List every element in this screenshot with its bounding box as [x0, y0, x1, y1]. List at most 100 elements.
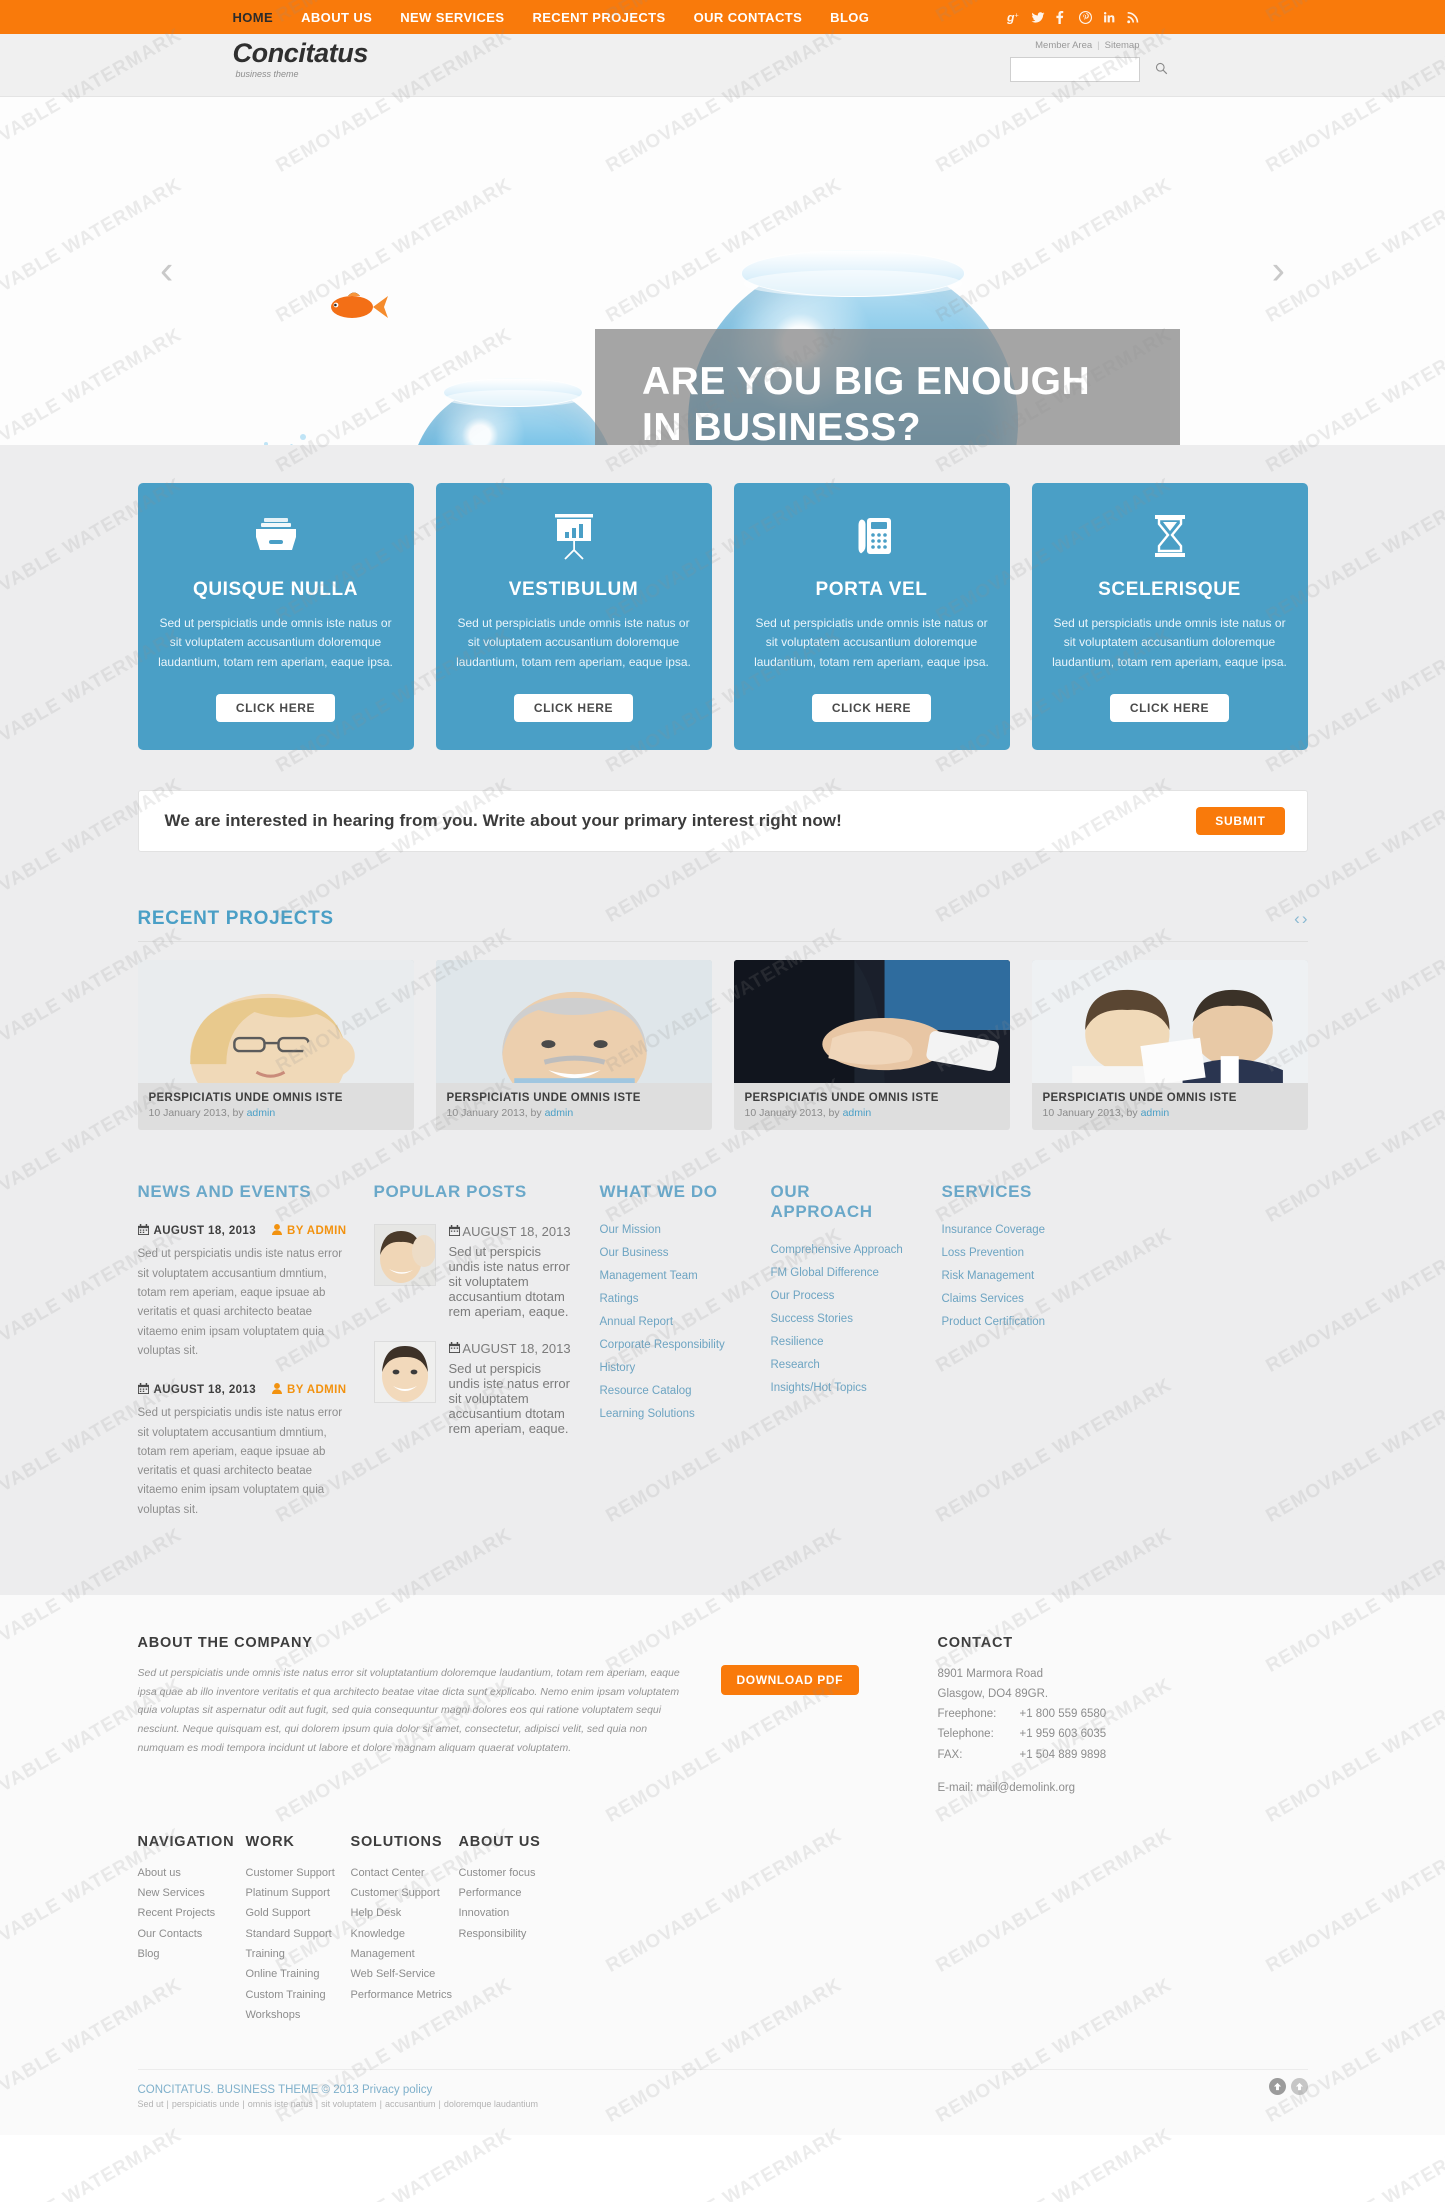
link-our-mission[interactable]: Our Mission	[600, 1224, 745, 1236]
footer-link-blog[interactable]: Blog	[138, 1944, 246, 1964]
tag-link[interactable]: perspiciatis unde	[172, 2099, 240, 2109]
download-pdf-button[interactable]: DOWNLOAD PDF	[720, 1665, 860, 1696]
footer-link-workshops[interactable]: Workshops	[246, 2005, 351, 2025]
link-loss-prevention[interactable]: Loss Prevention	[942, 1247, 1087, 1259]
back-to-top-button-primary[interactable]	[1268, 2078, 1286, 2096]
submit-button[interactable]: SUBMIT	[1196, 807, 1285, 836]
tag-link[interactable]: Sed ut	[138, 2099, 164, 2109]
linkedin-icon[interactable]	[1103, 11, 1116, 24]
footer-link-about-us[interactable]: About us	[138, 1863, 246, 1883]
project-author-link[interactable]: admin	[545, 1107, 574, 1119]
service-click-here-button[interactable]: CLICK HERE	[811, 694, 932, 723]
project-author-link[interactable]: admin	[247, 1107, 276, 1119]
footer-link-innovation[interactable]: Innovation	[459, 1903, 567, 1923]
footer-link-customer-support[interactable]: Customer Support	[246, 1863, 351, 1883]
footer-link-customer-support[interactable]: Customer Support	[351, 1883, 459, 1903]
link-resource-catalog[interactable]: Resource Catalog	[600, 1385, 745, 1397]
project-card[interactable]: PERSPICIATIS UNDE OMNIS ISTE 10 January …	[1031, 960, 1308, 1131]
link-comprehensive-approach[interactable]: Comprehensive Approach	[771, 1244, 916, 1256]
link-learning-solutions[interactable]: Learning Solutions	[600, 1408, 745, 1420]
footer-link-our-contacts[interactable]: Our Contacts	[138, 1924, 246, 1944]
pinterest-icon[interactable]	[1078, 10, 1092, 24]
link-annual-report[interactable]: Annual Report	[600, 1316, 745, 1328]
tag-link[interactable]: accusantium	[385, 2099, 436, 2109]
project-card[interactable]: PERSPICIATIS UNDE OMNIS ISTE 10 January …	[137, 960, 414, 1131]
tag-link[interactable]: sit voluptatem	[321, 2099, 377, 2109]
sitemap-link[interactable]: Sitemap	[1105, 40, 1140, 51]
footer-link-customer-focus[interactable]: Customer focus	[459, 1863, 567, 1883]
footer-link-online-training[interactable]: Online Training	[246, 1964, 351, 1984]
tag-link[interactable]: doloremque laudantium	[444, 2099, 538, 2109]
search-box[interactable]	[1009, 57, 1167, 82]
link-fm-global-difference[interactable]: FM Global Difference	[771, 1267, 916, 1279]
link-our-process[interactable]: Our Process	[771, 1290, 916, 1302]
nav-item-about-us[interactable]: ABOUT US	[301, 10, 372, 25]
project-author-link[interactable]: admin	[1141, 1107, 1170, 1119]
service-click-here-button[interactable]: CLICK HERE	[1109, 694, 1230, 723]
member-area-link[interactable]: Member Area	[1035, 40, 1092, 51]
facebook-icon[interactable]	[1055, 10, 1068, 24]
nav-item-our-contacts[interactable]: OUR CONTACTS	[694, 10, 803, 25]
link-research[interactable]: Research	[771, 1359, 916, 1371]
footer-link-standard-support[interactable]: Standard Support	[246, 1924, 351, 1944]
hero-slider[interactable]: ARE YOU BIG ENOUGH IN BUSINESS? ‹ ›	[0, 97, 1445, 445]
footer-link-responsibility[interactable]: Responsibility	[459, 1924, 567, 1944]
project-card[interactable]: PERSPICIATIS UNDE OMNIS ISTE 10 January …	[733, 960, 1010, 1131]
footer-link-web-self-service[interactable]: Web Self-Service	[351, 1964, 459, 1984]
contact-value: +1 504 889 9898	[1019, 1748, 1107, 1761]
site-logo[interactable]: Concitatus business theme	[233, 40, 369, 80]
project-card[interactable]: PERSPICIATIS UNDE OMNIS ISTE 10 January …	[435, 960, 712, 1131]
link-our-business[interactable]: Our Business	[600, 1247, 745, 1259]
projects-prev-button[interactable]: ‹	[1294, 909, 1300, 929]
link-insurance-coverage[interactable]: Insurance Coverage	[942, 1224, 1087, 1236]
footer-link-training[interactable]: Training	[246, 1944, 351, 1964]
footer-link-contact-center[interactable]: Contact Center	[351, 1863, 459, 1883]
service-click-here-button[interactable]: CLICK HERE	[513, 694, 634, 723]
footer-link-performance-metrics[interactable]: Performance Metrics	[351, 1985, 459, 2005]
footer-link-knowledge-management[interactable]: Knowledge Management	[351, 1924, 459, 1965]
link-insights-hot-topics[interactable]: Insights/Hot Topics	[771, 1382, 916, 1394]
footer-link-custom-training[interactable]: Custom Training	[246, 1985, 351, 2005]
link-claims-services[interactable]: Claims Services	[942, 1293, 1087, 1305]
projects-next-button[interactable]: ›	[1302, 909, 1308, 929]
google-plus-icon[interactable]: g +	[1007, 11, 1020, 24]
link-history[interactable]: History	[600, 1362, 745, 1374]
link-success-stories[interactable]: Success Stories	[771, 1313, 916, 1325]
footer-link-recent-projects[interactable]: Recent Projects	[138, 1903, 246, 1923]
slider-prev-button[interactable]: ‹	[160, 249, 173, 294]
search-button[interactable]	[1155, 58, 1168, 81]
footer-link-gold-support[interactable]: Gold Support	[246, 1903, 351, 1923]
link-resilience[interactable]: Resilience	[771, 1336, 916, 1348]
link-management-team[interactable]: Management Team	[600, 1270, 745, 1282]
column-title: POPULAR POSTS	[373, 1182, 527, 1202]
tag-link[interactable]: omnis iste natus	[248, 2099, 313, 2109]
popular-post[interactable]: AUGUST 18, 2013 Sed ut perspicis undis i…	[373, 1224, 574, 1319]
nav-item-blog[interactable]: BLOG	[830, 10, 869, 25]
privacy-policy-link[interactable]: Privacy policy	[362, 2084, 432, 2096]
footer-link-new-services[interactable]: New Services	[138, 1883, 246, 1903]
nav-item-recent-projects[interactable]: RECENT PROJECTS	[532, 10, 665, 25]
link-risk-management[interactable]: Risk Management	[942, 1270, 1087, 1282]
service-card-scelerisque[interactable]: SCELERISQUE Sed ut perspiciatis unde omn…	[1031, 483, 1308, 751]
service-card-vestibulum[interactable]: VESTIBULUM Sed ut perspiciatis unde omni…	[435, 483, 712, 751]
rss-icon[interactable]	[1126, 11, 1140, 24]
email-link[interactable]: mail@demolink.org	[976, 1782, 1075, 1794]
nav-item-home[interactable]: HOME	[233, 10, 274, 25]
footer-link-performance[interactable]: Performance	[459, 1883, 567, 1903]
footer-link-help-desk[interactable]: Help Desk	[351, 1903, 459, 1923]
project-author-link[interactable]: admin	[843, 1107, 872, 1119]
nav-item-new-services[interactable]: NEW SERVICES	[400, 10, 504, 25]
link-ratings[interactable]: Ratings	[600, 1293, 745, 1305]
back-to-top-controls[interactable]	[1268, 2078, 1308, 2096]
back-to-top-button-secondary[interactable]	[1290, 2078, 1308, 2096]
slider-next-button[interactable]: ›	[1272, 249, 1285, 294]
service-card-porta-vel[interactable]: PORTA VEL Sed ut perspiciatis unde omnis…	[733, 483, 1010, 751]
twitter-icon[interactable]	[1031, 11, 1044, 24]
service-click-here-button[interactable]: CLICK HERE	[215, 694, 336, 723]
footer-link-platinum-support[interactable]: Platinum Support	[246, 1883, 351, 1903]
search-input[interactable]	[1010, 58, 1155, 81]
popular-post[interactable]: AUGUST 18, 2013 Sed ut perspicis undis i…	[373, 1341, 574, 1436]
link-product-certification[interactable]: Product Certification	[942, 1316, 1087, 1328]
link-corporate-responsibility[interactable]: Corporate Responsibility	[600, 1339, 745, 1351]
service-card-quisque-nulla[interactable]: QUISQUE NULLA Sed ut perspiciatis unde o…	[137, 483, 414, 751]
